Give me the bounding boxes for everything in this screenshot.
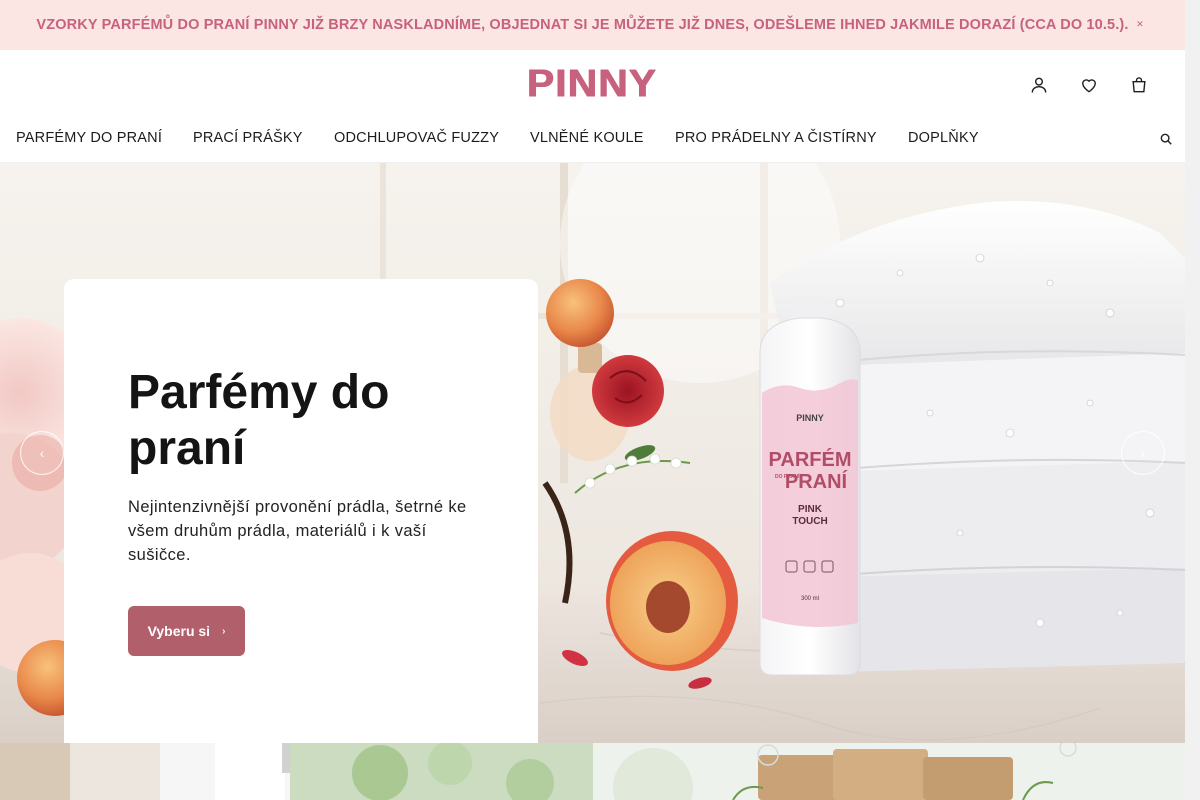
main-navigation: PARFÉMY DO PRANÍ PRACÍ PRÁŠKY ODCHLUPOVA… [0, 120, 1185, 163]
search-icon[interactable] [1158, 131, 1174, 147]
nav-item-vlnene-koule[interactable]: VLNĚNÉ KOULE [530, 130, 644, 146]
scrollbar-track[interactable] [1185, 0, 1200, 800]
announcement-bar: VZORKY PARFÉMŮ DO PRANÍ PINNY JIŽ BRZY N… [0, 0, 1185, 50]
slider-next-button[interactable]: › [1121, 431, 1165, 475]
announcement-text: VZORKY PARFÉMŮ DO PRANÍ PINNY JIŽ BRZY N… [36, 17, 1129, 33]
bottle-variant-line2: TOUCH [792, 516, 827, 527]
bottle-name-line2: PRANÍ [785, 470, 848, 493]
hero-content-card: Parfémy do praní Nejintenzivnější provon… [64, 279, 538, 743]
category-tile-2[interactable] [593, 743, 1185, 800]
close-icon[interactable]: ✕ [1133, 17, 1147, 31]
nav-item-odchlupovac[interactable]: ODCHLUPOVAČ FUZZY [334, 130, 499, 146]
bottle-volume: 300 ml [801, 596, 819, 602]
chevron-right-icon: › [1140, 445, 1146, 461]
nav-item-doplnky[interactable]: DOPLŇKY [908, 130, 979, 146]
choose-button[interactable]: Vyberu si › [128, 606, 245, 656]
nav-item-pradelny[interactable]: PRO PRÁDELNY A ČISTÍRNY [675, 130, 877, 146]
logo-text: PINNY [526, 60, 658, 105]
bottle-brand: PINNY [796, 413, 824, 423]
nav-item-praci-prasky[interactable]: PRACÍ PRÁŠKY [193, 130, 303, 146]
site-header: PINNY [0, 50, 1185, 120]
chevron-left-icon: ‹ [39, 445, 45, 461]
nav-item-parfemy[interactable]: PARFÉMY DO PRANÍ [16, 130, 162, 146]
slider-prev-button[interactable]: ‹ [20, 431, 64, 475]
category-tile-1[interactable] [0, 743, 593, 800]
logo[interactable]: PINNY [526, 60, 658, 105]
bottle-variant-line1: PINK [798, 504, 823, 515]
hero-description: Nejintenzivnější provonění prádla, šetrn… [128, 498, 467, 564]
heart-icon[interactable] [1076, 73, 1102, 97]
hero-banner: PINNY PARFÉM DO PRANÍ PRANÍ PINK TOUCH 3… [0, 163, 1185, 743]
category-tile-1-image [0, 743, 593, 800]
cart-icon[interactable] [1126, 73, 1152, 97]
arrow-right-icon: › [222, 625, 226, 637]
bottle-name-line1: PARFÉM [769, 448, 852, 471]
category-tile-2-image [593, 743, 1185, 800]
user-icon[interactable] [1026, 73, 1052, 97]
choose-button-label: Vyberu si [147, 623, 211, 639]
hero-title: Parfémy do praní [128, 366, 390, 475]
